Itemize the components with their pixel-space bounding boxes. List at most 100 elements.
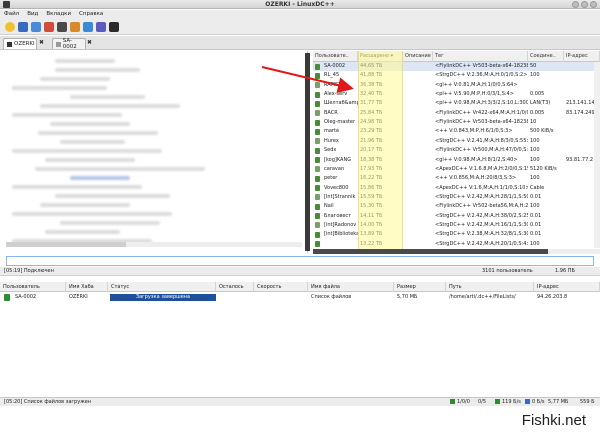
tcol-ip[interactable]: IP-адрес <box>534 282 600 292</box>
col-share[interactable]: Расшарено ▾ <box>358 51 403 62</box>
favorites-icon[interactable] <box>5 22 15 32</box>
user-row[interactable]: [int]Biblioteka 13,89 ТБ <StrgDC++ V:2.38,… <box>313 230 600 239</box>
download-queue-icon[interactable] <box>70 22 80 32</box>
tcol-speed[interactable]: Скорость <box>254 282 308 292</box>
minimize-button[interactable] <box>572 1 579 8</box>
col-connection[interactable]: Соедине.. <box>528 51 564 62</box>
user-share: 17,93 ТБ <box>360 165 383 172</box>
hub-user-count: 3101 пользователь <box>482 268 533 274</box>
tcol-path[interactable]: Путь <box>446 282 534 292</box>
user-icon <box>315 222 320 229</box>
settings-icon[interactable] <box>44 22 54 32</box>
user-icon <box>315 91 320 98</box>
users-horizontal-scrollbar[interactable] <box>313 249 600 254</box>
user-nick: Шелтаб&amp; <box>324 100 358 107</box>
user-share: 36,38 ТБ <box>360 81 383 88</box>
user-conn: 10 <box>530 119 537 126</box>
col-ip[interactable]: IP-адрес <box>564 51 600 62</box>
transfers-header: Пользователь Имя Хаба Статус Осталось Ск… <box>0 282 600 292</box>
user-list: Пользовате.. Расшарено ▾ Описание Тег Со… <box>313 51 600 249</box>
user-nick: [kog]KANG <box>324 156 352 163</box>
menu-tabs[interactable]: Вкладки <box>46 10 71 19</box>
user-row[interactable]: peter 16,22 ТБ <++ V:0.856,M:A,H:20/8/3,S:… <box>313 174 600 183</box>
col-description[interactable]: Описание <box>403 51 433 62</box>
user-row[interactable]: SA-0002 44,65 ТБ <FlylinkDC++ Vr503-beta-x… <box>313 62 600 71</box>
user-icon <box>315 82 320 89</box>
quit-icon[interactable] <box>109 22 119 32</box>
finished-icon[interactable] <box>83 22 93 32</box>
user-row[interactable]: Vovec800 15,86 ТБ <ApexDC++ V:1.6,M:A,H:1/… <box>313 184 600 193</box>
user-row[interactable]: Nail 15,30 ТБ <FlylinkDC++ Vr502-beta56,M:… <box>313 202 600 211</box>
menu-help[interactable]: Справка <box>79 10 103 19</box>
user-row[interactable]: [Int]Strannik 15,59 ТБ <StrgDC++ V:2.42,M:… <box>313 193 600 202</box>
download-arrow-icon <box>4 294 10 301</box>
tcol-filename[interactable]: Имя файла <box>308 282 394 292</box>
user-icon <box>315 63 320 70</box>
close-tab-ozerki-icon[interactable]: ✖ <box>39 39 44 47</box>
user-tag: <StrgDC++ V:2.42,M:A,H:38/0/2,S:25> <box>435 212 528 219</box>
user-row[interactable]: RAPIST 36,38 ТБ <gl++ V:0.81,M:A,H:1/0/0,S… <box>313 81 600 90</box>
user-nick: marté <box>324 128 340 135</box>
user-row[interactable]: Alex-serv 32,40 ТБ <pl++ V:5.90,M:P,H:0/3/… <box>313 90 600 99</box>
user-share: 14,11 ТБ <box>360 212 383 219</box>
users-vertical-scrollbar[interactable] <box>594 62 600 248</box>
user-conn: 100 <box>530 137 540 144</box>
user-row[interactable]: Шелтаб&amp; 31,77 ТБ <pl++ V:0.98,M:A,H:3/… <box>313 99 600 108</box>
user-row[interactable]: 13,22 ТБ <StrgDC++ V:2.42,M:A,H:20/1/0,S:… <box>313 240 600 249</box>
user-icon <box>315 138 320 145</box>
user-tag: <FlylinkDC++ Vr500,M:A,H:47/0/0,S:8> <box>435 147 528 154</box>
user-tag: <FlylinkDC++ Vr502-beta56,M:A,H:22/0/0,S… <box>435 203 528 210</box>
user-row[interactable]: RL_45 41,88 ТБ <StrgDC++ V:2.36,M:A,H:0/1/… <box>313 71 600 80</box>
user-nick: Alex-serv <box>324 91 348 98</box>
public-hubs-icon[interactable] <box>18 22 28 32</box>
user-row[interactable]: marté 23,29 ТБ <++ V:0.843,M:P,H:6/1/0,S:3… <box>313 127 600 136</box>
tcol-status[interactable]: Статус <box>108 282 216 292</box>
user-row[interactable]: Hurex 21,96 ТБ <StrgDC++ V:2.41,M:A,H:8/3/… <box>313 137 600 146</box>
tab-ozerki[interactable]: OZERKI <box>3 38 37 49</box>
user-tag: <FlylinkDC++ Vr422-x64,M:A,H:1/0/0,S:2> <box>435 109 528 116</box>
user-row[interactable]: [int]Radonov 14,00 ТБ <StrgDC++ V:2.42,M:A… <box>313 221 600 230</box>
user-share: 23,29 ТБ <box>360 128 383 135</box>
transfer-row[interactable]: SA-0002 OZERKI Загрузка завершена Список… <box>0 293 600 302</box>
user-conn: 5120 KiB/s <box>530 165 557 172</box>
user-row[interactable]: caravan 17,93 ТБ <ApexDC++ V:1.6.8,M:A,H:2… <box>313 165 600 174</box>
chat-message-input[interactable] <box>6 256 594 266</box>
watermark-text: Fishki.net <box>521 412 586 429</box>
close-button[interactable] <box>590 1 597 8</box>
search-icon[interactable] <box>57 22 67 32</box>
menu-file[interactable]: Файл <box>4 10 19 19</box>
user-row[interactable]: [kog]KANG 18,38 ТБ <gl++ V:0.98,M:A,H:8/1/… <box>313 156 600 165</box>
user-row[interactable]: Sedx 20,17 ТБ <FlylinkDC++ Vr500,M:A,H:47/… <box>313 146 600 155</box>
col-nick[interactable]: Пользовате.. <box>313 51 358 62</box>
user-row[interactable]: Благовест 14,11 ТБ <StrgDC++ V:2.42,M:A,H:… <box>313 212 600 221</box>
hub-status-message: [05:19] Подключен <box>4 268 54 274</box>
tcol-size[interactable]: Размер <box>394 282 446 292</box>
tcol-user[interactable]: Пользователь <box>0 282 66 292</box>
reconnect-icon[interactable] <box>31 22 41 32</box>
menu-view[interactable]: Вид <box>27 10 38 19</box>
chat-line-blurred <box>60 140 125 144</box>
hub-status-bar: [05:19] Подключен 3101 пользователь 1.96… <box>0 267 600 276</box>
col-tag[interactable]: Тег <box>433 51 528 62</box>
user-row[interactable]: Oleg-master 24,98 ТБ <FlylinkDC++ Vr503-be… <box>313 118 600 127</box>
tcol-remaining[interactable]: Осталось <box>216 282 254 292</box>
user-tag: <gl++ V:0.98,M:A,H:8/1/2,S:40> <box>435 156 518 163</box>
user-icon <box>315 100 320 107</box>
hub-total-share: 1.96 ПБ <box>555 268 575 274</box>
tcol-hub[interactable]: Имя Хаба <box>66 282 108 292</box>
user-share: 21,96 ТБ <box>360 137 383 144</box>
chat-horizontal-scrollbar[interactable] <box>6 242 302 247</box>
user-row[interactable]: BACR 25,84 ТБ <FlylinkDC++ Vr422-x64,M:A,H… <box>313 109 600 118</box>
user-nick: SA-0002 <box>324 63 346 69</box>
upload-icon[interactable] <box>96 22 106 32</box>
chat-line-blurred <box>55 59 115 63</box>
tab-sa-0002[interactable]: SA-0002 <box>52 38 86 50</box>
user-nick: Oleg-master <box>324 119 356 126</box>
window-title: OZERKI - LinuxDC++ <box>265 1 335 8</box>
user-nick: [Int]Strannik <box>324 193 356 200</box>
close-tab-sa-0002-icon[interactable]: ✖ <box>87 39 92 47</box>
maximize-button[interactable] <box>581 1 588 8</box>
user-nick: Sedx <box>324 147 337 154</box>
chat-vertical-scrollbar[interactable] <box>305 53 310 251</box>
window-controls <box>572 1 597 8</box>
